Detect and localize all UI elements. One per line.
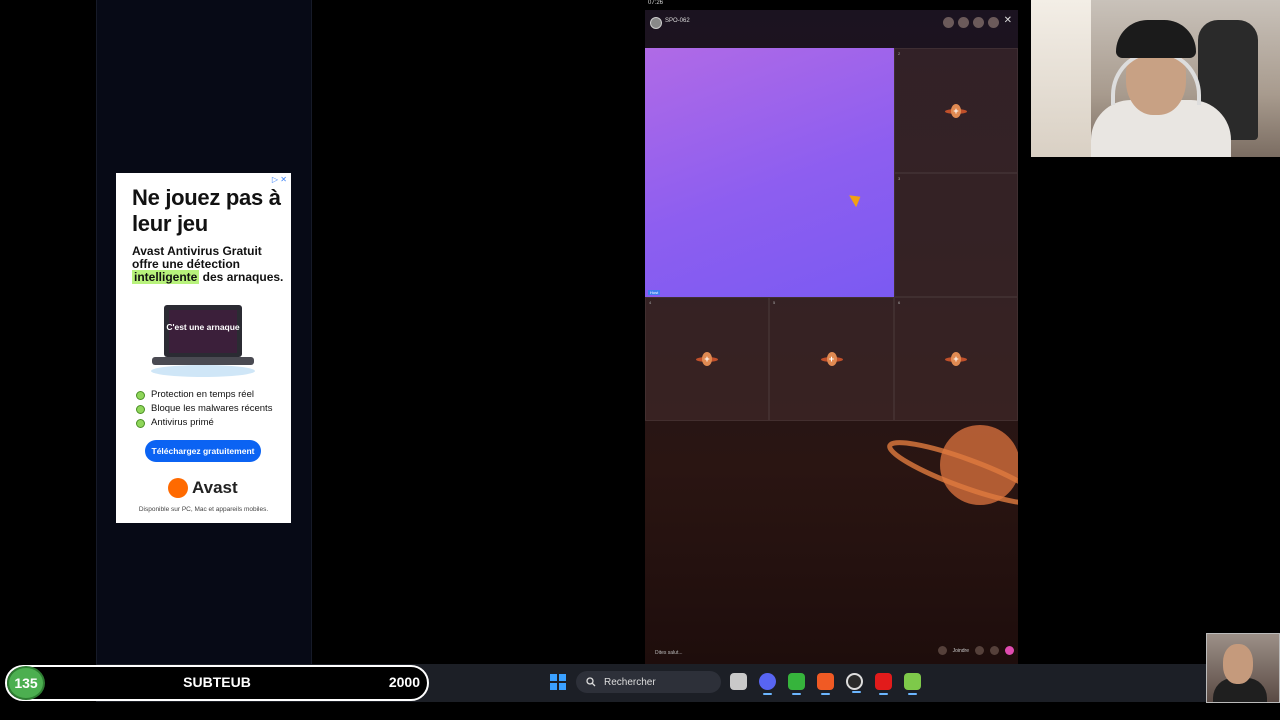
add-participant-icon[interactable]: + — [820, 352, 843, 366]
laptop-illustration — [151, 305, 255, 377]
status-bar: 07:26 — [645, 0, 1018, 10]
ad-headline: Ne jouez pas à leur jeu — [132, 185, 281, 236]
windows-start-icon[interactable] — [550, 674, 566, 690]
taskbar-search[interactable]: Rechercher — [576, 671, 721, 693]
tile-number: 5 — [773, 300, 776, 305]
menu-icon[interactable] — [975, 646, 984, 655]
room-name: SPO-062 — [665, 18, 690, 24]
emoji-icon[interactable] — [937, 646, 947, 655]
youtube-icon[interactable] — [875, 673, 892, 695]
laptop-screen-text: C'est une arnaque — [166, 322, 240, 332]
host-badge: Host — [648, 290, 661, 295]
avast-logo[interactable]: Avast — [168, 478, 238, 498]
webcam-feed-small — [1206, 633, 1280, 703]
advertisement[interactable]: ▷ ✕ Ne jouez pas à leur jeu Avast Antivi… — [116, 173, 291, 523]
check-icon — [136, 418, 145, 428]
ad-choices-icon[interactable]: ▷ ✕ — [272, 175, 287, 184]
sub-count-badge: 135 — [7, 666, 45, 700]
add-participant-icon[interactable]: + — [945, 352, 967, 366]
avast-logo-icon — [168, 478, 188, 498]
status-time: 07:26 — [648, 0, 664, 6]
video-tile[interactable]: 3 — [894, 173, 1018, 297]
video-tile[interactable]: 4 + — [645, 297, 769, 421]
ad-feature-2: Bloque les malwares récents — [136, 403, 286, 415]
file-explorer-icon[interactable] — [730, 673, 747, 690]
ad-footer: Disponible sur PC, Mac et appareils mobi… — [138, 506, 269, 513]
close-icon[interactable]: ✕ — [1004, 15, 1012, 26]
webcam-feed — [1031, 0, 1280, 157]
app-icon[interactable] — [904, 673, 921, 695]
window-toolbar: Joindre — [937, 646, 1014, 655]
sub-goal-target: 2000 — [388, 674, 420, 690]
tile-number: 2 — [898, 51, 901, 56]
search-label: Rechercher — [604, 676, 656, 688]
sub-goal-label: SUBTEUB — [183, 674, 251, 690]
video-tile-main[interactable]: Host — [645, 48, 894, 297]
settings-icon[interactable] — [958, 17, 969, 28]
obs-icon[interactable] — [846, 673, 863, 693]
video-tile[interactable]: 6 + — [894, 297, 1018, 421]
window-header: SPO-062 ✕ — [645, 10, 1018, 40]
notes-icon[interactable] — [788, 673, 805, 695]
feature-label: Antivirus primé — [151, 417, 214, 428]
minimize-icon[interactable] — [988, 17, 999, 28]
check-icon — [136, 390, 145, 400]
ad-highlight: intelligente — [132, 270, 200, 284]
ad-sub-text: Avast Antivirus Gratuit offre une détect… — [132, 244, 262, 271]
search-icon — [586, 677, 596, 687]
brand-label: Avast — [192, 478, 238, 497]
tile-number: 3 — [898, 176, 901, 181]
tile-number: 4 — [649, 300, 652, 305]
ad-subtitle: Avast Antivirus Gratuit offre une détect… — [132, 245, 287, 284]
ad-sub-text-end: des arnaques. — [199, 270, 284, 284]
check-icon — [136, 404, 145, 414]
video-tile[interactable]: 2 + — [894, 48, 1018, 173]
discord-icon[interactable] — [759, 673, 776, 695]
feature-label: Protection en temps réel — [151, 389, 254, 400]
ad-download-button[interactable]: Téléchargez gratuitement — [145, 440, 261, 462]
ad-feature-3: Antivirus primé — [136, 417, 286, 429]
planet-decoration — [887, 425, 1018, 506]
profile-icon[interactable] — [943, 17, 954, 28]
add-participant-icon[interactable]: + — [945, 103, 967, 118]
join-button[interactable]: Joindre — [953, 648, 969, 654]
user-avatar[interactable] — [990, 646, 999, 655]
app-window: SPO-062 ✕ Host 2 + 3 4 + 5 + 6 + Dites s… — [645, 10, 1018, 664]
add-participant-icon[interactable]: + — [696, 352, 718, 366]
room-avatar[interactable] — [650, 17, 662, 29]
ad-feature-1: Protection en temps réel — [136, 389, 286, 401]
chat-input[interactable]: Dites salut... — [655, 650, 683, 656]
gift-icon[interactable] — [1005, 646, 1014, 655]
feature-label: Bloque les malwares récents — [151, 403, 273, 414]
video-tile[interactable]: 5 + — [769, 297, 894, 421]
share-icon[interactable] — [973, 17, 984, 28]
tile-number: 6 — [898, 300, 901, 305]
brave-icon[interactable] — [817, 673, 834, 695]
